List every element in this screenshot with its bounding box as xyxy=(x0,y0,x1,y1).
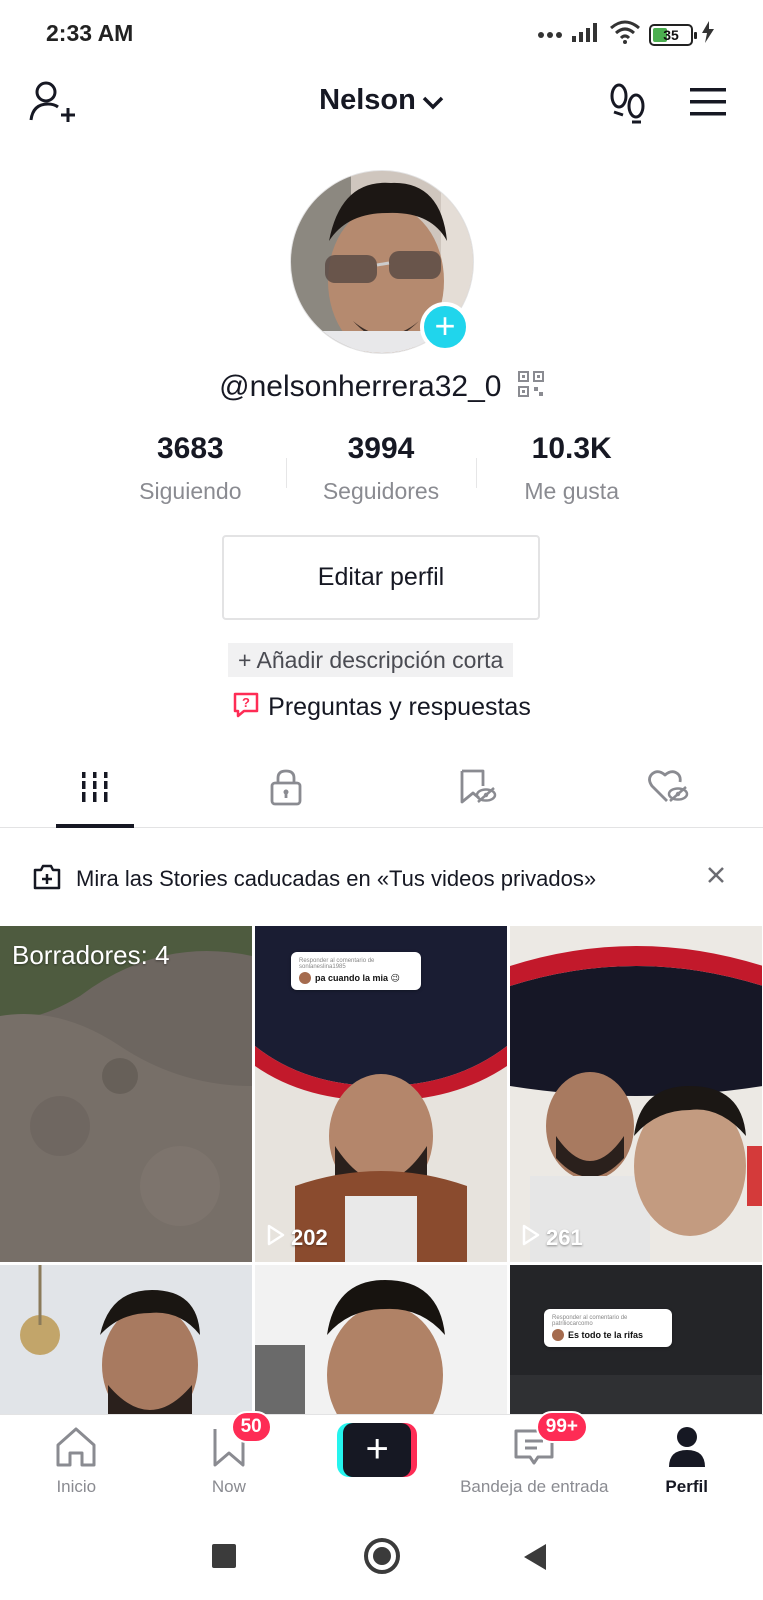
drafts-label: Borradores: 4 xyxy=(12,940,170,970)
battery-icon: 35 xyxy=(649,23,697,46)
wifi-icon xyxy=(609,20,641,49)
status-icons: 35 xyxy=(537,20,715,49)
nav-profile[interactable]: Perfil xyxy=(610,1415,763,1510)
recents-button[interactable] xyxy=(212,1544,236,1568)
video-grid: Borradores: 4 Responder al comentario de… xyxy=(0,926,763,1414)
page-title: Nelson xyxy=(319,84,416,116)
comment-reply-label: Responder al comentario de patriliocarco… xyxy=(552,1315,628,1327)
video-tile[interactable] xyxy=(0,1265,252,1414)
stories-banner[interactable]: Mira las Stories caducadas en «Tus video… xyxy=(0,836,763,922)
stat-followers[interactable]: 3994 Seguidores xyxy=(285,432,477,512)
profile-avatar[interactable]: + xyxy=(290,170,474,354)
nav-label: Perfil xyxy=(665,1477,708,1496)
video-tile[interactable]: Responder al comentario de patriliocarco… xyxy=(510,1265,762,1414)
stat-value: 3994 xyxy=(347,432,415,465)
lock-icon xyxy=(269,768,303,811)
nav-now[interactable]: 50 Now xyxy=(153,1411,306,1510)
play-icon xyxy=(522,1224,540,1252)
dots-icon xyxy=(537,26,563,44)
tab-liked[interactable] xyxy=(572,752,763,827)
tab-favorites[interactable] xyxy=(382,752,573,827)
nav-inbox[interactable]: 99+ Bandeja de entrada xyxy=(458,1411,611,1510)
edit-profile-button[interactable]: Editar perfil xyxy=(222,535,540,620)
account-switcher[interactable]: Nelson xyxy=(0,84,763,118)
system-nav xyxy=(0,1510,763,1600)
nav-home[interactable]: Inicio xyxy=(0,1415,153,1510)
view-count-value: 202 xyxy=(291,1225,328,1250)
home-button[interactable] xyxy=(364,1538,400,1574)
add-story-button[interactable]: + xyxy=(420,302,470,352)
add-bio-button[interactable]: + Añadir descripción corta xyxy=(228,643,514,677)
nav-label: Now xyxy=(211,1477,246,1496)
hidden-heart-icon xyxy=(647,769,689,810)
avatar xyxy=(299,972,311,984)
notification-badge: 50 xyxy=(230,1411,272,1443)
bottom-nav: Inicio 50 Now + 99+ Bandeja de entrada P… xyxy=(0,1411,763,1510)
profile-stats: 3683 Siguiendo 3994 Seguidores 10.3K Me … xyxy=(95,432,667,512)
status-bar: 2:33 AM 35 xyxy=(0,0,763,66)
nav-label: Bandeja de entrada xyxy=(460,1477,609,1496)
create-button[interactable]: + xyxy=(337,1423,418,1477)
stat-value: 3683 xyxy=(156,432,224,465)
tab-videos[interactable] xyxy=(0,752,191,828)
camera-plus-icon xyxy=(32,864,62,895)
comment-bubble: Responder al comentario de patriliocarco… xyxy=(544,1309,672,1347)
close-icon[interactable] xyxy=(707,866,725,889)
svg-text:?: ? xyxy=(242,695,250,710)
drafts-tile[interactable]: Borradores: 4 xyxy=(0,926,252,1262)
stat-value: 10.3K xyxy=(531,432,612,465)
banner-text: Mira las Stories caducadas en «Tus video… xyxy=(76,866,597,891)
view-count-value: 261 xyxy=(546,1225,583,1250)
video-tile[interactable] xyxy=(255,1265,507,1414)
view-count: 202 xyxy=(267,1224,328,1252)
nav-label: Inicio xyxy=(56,1477,97,1496)
notification-badge: 99+ xyxy=(535,1411,589,1443)
footprints-icon xyxy=(608,83,648,130)
video-tile[interactable]: Responder al comentario de sonlaneslina1… xyxy=(255,926,507,1262)
comment-reply-label: Responder al comentario de sonlaneslina1… xyxy=(299,958,375,970)
hidden-bookmark-icon xyxy=(457,768,497,811)
menu-button[interactable] xyxy=(688,86,728,123)
stat-following[interactable]: 3683 Siguiendo xyxy=(95,432,286,512)
chevron-down-icon xyxy=(422,85,444,118)
username-row: @nelsonherrera32_0 xyxy=(0,370,763,405)
signal-icon xyxy=(571,21,601,48)
stat-label: Me gusta xyxy=(524,478,619,504)
comment-text: pa cuando la mia 😉 xyxy=(315,972,400,983)
charging-icon xyxy=(701,21,715,48)
comment-text: Es todo te la rifas xyxy=(568,1330,644,1340)
view-count: 261 xyxy=(522,1224,583,1252)
videos-grid-icon xyxy=(79,770,112,809)
qr-code-icon[interactable] xyxy=(517,371,544,405)
home-icon xyxy=(54,1425,98,1474)
nav-create[interactable]: + xyxy=(305,1415,458,1510)
menu-icon xyxy=(688,88,728,122)
comment-bubble: Responder al comentario de sonlaneslina1… xyxy=(291,952,421,990)
play-icon xyxy=(267,1224,285,1252)
qa-label: Preguntas y respuestas xyxy=(268,693,531,722)
video-tile[interactable]: 261 xyxy=(510,926,762,1262)
username: @nelsonherrera32_0 xyxy=(219,370,502,403)
question-icon: ? xyxy=(232,691,260,726)
profile-icon xyxy=(667,1425,707,1474)
qa-link[interactable]: ? Preguntas y respuestas xyxy=(0,691,763,726)
profile-header: Nelson xyxy=(0,66,763,146)
stat-label: Seguidores xyxy=(322,478,440,504)
status-time: 2:33 AM xyxy=(46,20,134,46)
profile-views-button[interactable] xyxy=(608,82,648,131)
tab-private[interactable] xyxy=(191,752,382,827)
plus-icon: + xyxy=(343,1423,412,1477)
stat-likes[interactable]: 10.3K Me gusta xyxy=(476,432,667,512)
back-button[interactable] xyxy=(524,1544,546,1570)
profile-tabs xyxy=(0,752,763,828)
stat-label: Siguiendo xyxy=(139,478,242,504)
battery-level: 35 xyxy=(663,26,679,43)
avatar xyxy=(552,1329,564,1341)
